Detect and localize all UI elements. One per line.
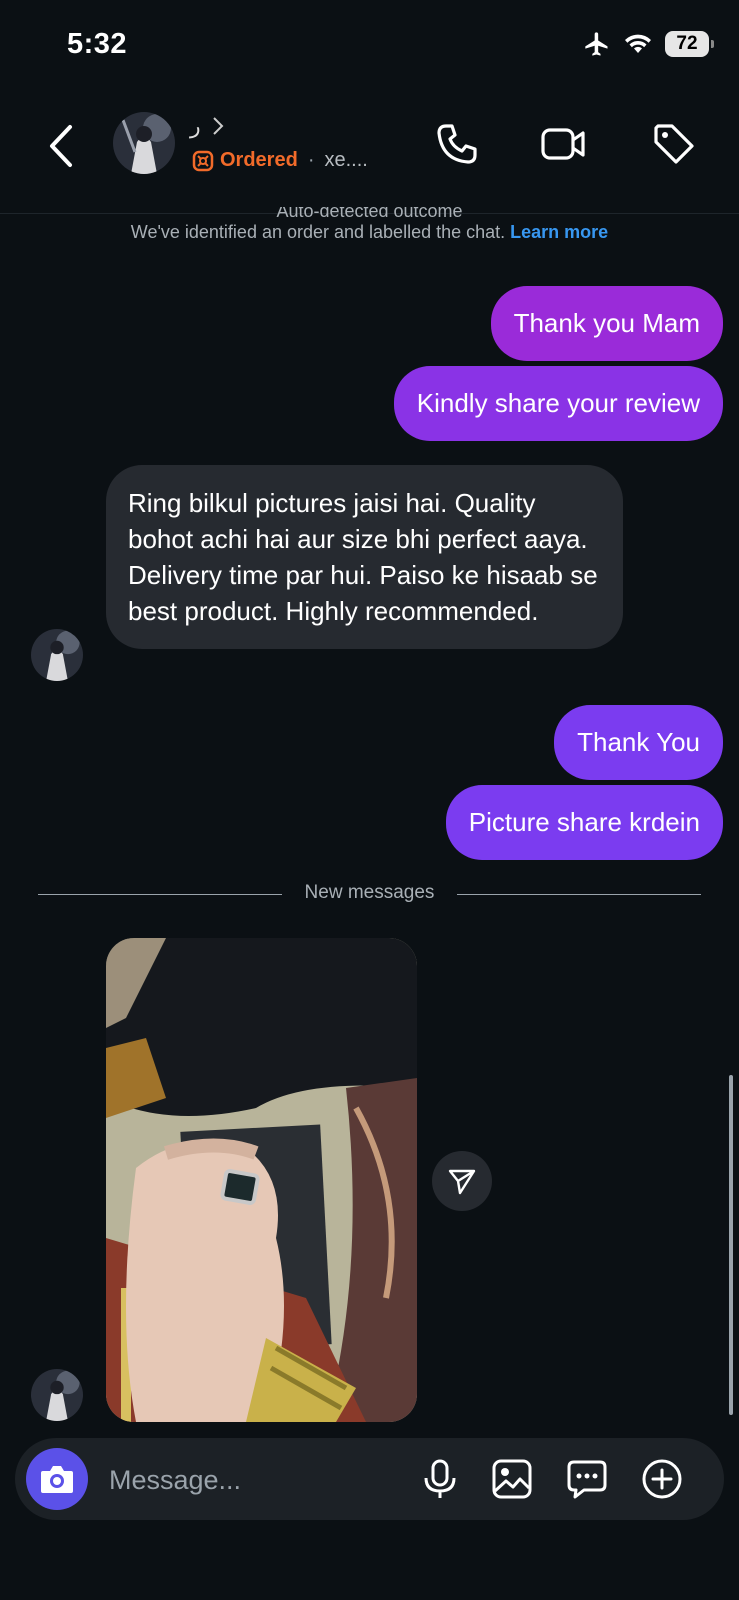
new-messages-label: New messages (304, 882, 435, 903)
contact-name[interactable]: ﺭ (190, 113, 225, 139)
camera-icon (41, 1466, 73, 1493)
avatar[interactable] (113, 112, 175, 174)
plus-circle-icon[interactable] (641, 1458, 683, 1500)
learn-more-link[interactable]: Learn more (510, 222, 608, 242)
wifi-icon (625, 34, 651, 53)
system-note-title: Auto-detected outcome (276, 207, 463, 221)
phone-icon[interactable] (433, 120, 481, 168)
message-input[interactable] (107, 1458, 391, 1502)
sender-avatar[interactable] (31, 1369, 83, 1421)
chevron-left-icon[interactable] (42, 121, 82, 171)
username: xe.... (324, 149, 368, 171)
contact-name-text: ﺭ (190, 113, 201, 138)
sender-avatar[interactable] (31, 629, 83, 681)
scrollbar[interactable] (729, 1075, 733, 1415)
status-time: 5:32 (67, 28, 128, 60)
video-camera-icon[interactable] (539, 120, 587, 168)
battery-level: 72 (676, 33, 698, 54)
message-composer (15, 1438, 724, 1520)
tag-icon[interactable] (650, 120, 698, 168)
order-status-label: Ordered (220, 149, 298, 171)
message-outgoing[interactable]: Thank You (554, 705, 723, 780)
battery-indicator: 72 (665, 31, 714, 57)
chevron-right-icon (212, 117, 224, 135)
system-note-text: We've identified an order and labelled t… (130, 222, 506, 242)
microphone-icon[interactable] (419, 1458, 461, 1500)
ordered-badge-icon (192, 150, 214, 171)
image-icon[interactable] (491, 1458, 533, 1500)
separator: · (307, 149, 315, 171)
share-button[interactable] (432, 1151, 492, 1211)
airplane-icon (585, 32, 608, 56)
message-outgoing[interactable]: Picture share krdein (445, 785, 723, 860)
status-bar: 5:32 72 (0, 0, 739, 95)
photo-message[interactable] (106, 938, 417, 1422)
message-outgoing[interactable]: Kindly share your review (393, 366, 723, 441)
chat-header: ﺭ Ordered · xe.... (0, 95, 739, 214)
send-icon (448, 1169, 476, 1195)
message-outgoing[interactable]: Thank you Mam (490, 286, 723, 361)
status-icons: 72 (583, 30, 714, 58)
chat-bubble-icon[interactable] (566, 1458, 608, 1500)
message-incoming[interactable]: Ring bilkul pictures jaisi hai. Quality … (106, 465, 623, 649)
new-messages-divider: New messages (38, 880, 701, 910)
contact-subtitle[interactable]: Ordered · xe.... (192, 149, 368, 172)
auto-detected-outcome-note: Auto-detected outcome We've identified a… (0, 207, 739, 244)
camera-button[interactable] (26, 1448, 88, 1510)
